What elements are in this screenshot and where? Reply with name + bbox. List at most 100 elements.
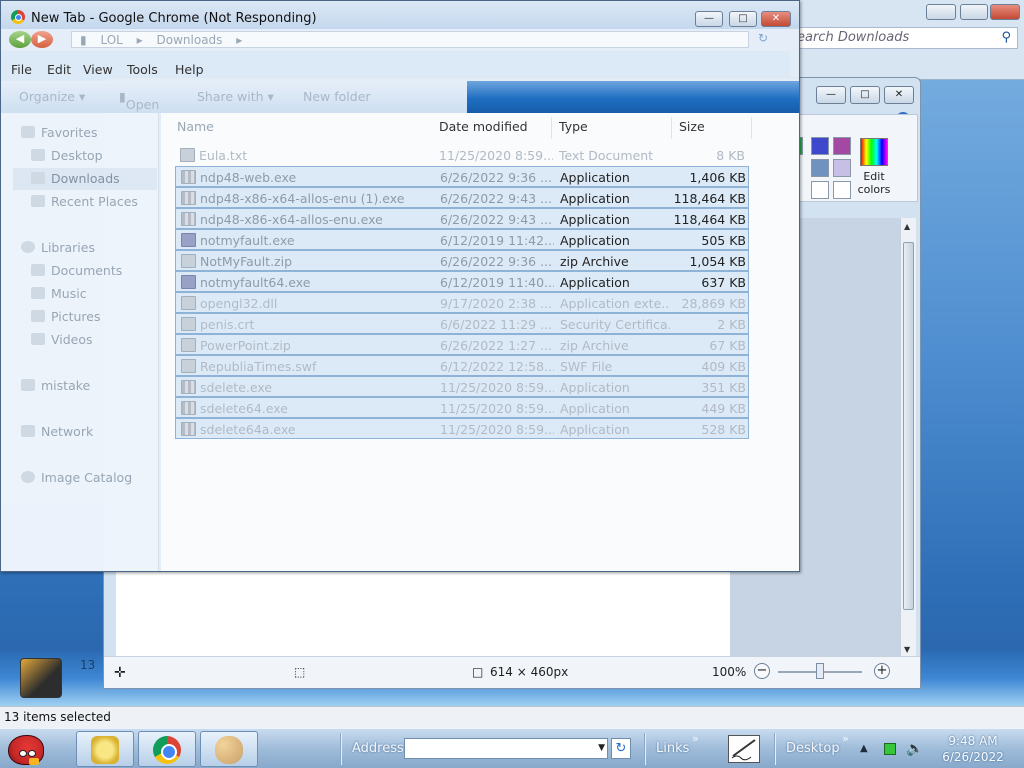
downloads-icon bbox=[31, 172, 45, 184]
start-button[interactable] bbox=[2, 729, 54, 768]
maximize-button[interactable]: □ bbox=[729, 11, 757, 27]
edit-colors-button[interactable]: Edit colors bbox=[854, 138, 894, 198]
system-clock[interactable]: 9:48 AM 6/26/2022 bbox=[930, 733, 1016, 765]
minimize-button[interactable]: — bbox=[695, 11, 723, 27]
paint-minimize-button[interactable]: — bbox=[816, 86, 846, 104]
toolbar-separator[interactable] bbox=[644, 733, 646, 765]
color-swatch[interactable] bbox=[811, 181, 829, 199]
menu-file[interactable]: File bbox=[11, 62, 32, 77]
taskbar-explorer-button[interactable] bbox=[76, 731, 134, 767]
column-header-date[interactable]: Date modified bbox=[439, 119, 528, 134]
menu-tools[interactable]: Tools bbox=[127, 62, 158, 77]
drawing-canvas[interactable] bbox=[116, 570, 730, 658]
signature-pad-icon[interactable] bbox=[728, 735, 760, 763]
title-bar[interactable]: New Tab - Google Chrome (Not Responding)… bbox=[1, 1, 799, 31]
color-swatch[interactable] bbox=[833, 181, 851, 199]
open-button[interactable]: ▮ Open bbox=[119, 89, 159, 112]
scroll-up-icon[interactable]: ▲ bbox=[904, 222, 910, 231]
desktop-toolbar-label[interactable]: Desktop bbox=[786, 741, 840, 756]
close-button[interactable]: ✕ bbox=[761, 11, 791, 27]
table-row[interactable]: RepubliaTimes.swf 6/12/2022 12:58... SWF F… bbox=[175, 355, 749, 376]
address-input[interactable]: ▼ bbox=[404, 738, 608, 759]
restore-button[interactable] bbox=[960, 4, 988, 20]
table-row[interactable]: penis.crt 6/6/2022 11:29 ... Security Cert… bbox=[175, 313, 749, 334]
toolbar-separator[interactable] bbox=[340, 733, 342, 765]
column-divider[interactable] bbox=[671, 117, 672, 139]
nav-network[interactable]: Network bbox=[21, 424, 93, 439]
network-status-icon[interactable] bbox=[884, 743, 896, 755]
volume-icon[interactable]: 🔈 bbox=[906, 741, 923, 757]
table-row[interactable]: sdelete64a.exe 11/25/2020 8:59... Applicat… bbox=[175, 418, 749, 439]
desktop-shortcut-icon[interactable] bbox=[20, 658, 62, 698]
nav-downloads[interactable]: Downloads bbox=[13, 168, 157, 190]
taskbar-paint-button[interactable] bbox=[200, 731, 258, 767]
forward-button[interactable]: ▶ bbox=[31, 31, 53, 48]
nav-videos[interactable]: Videos bbox=[31, 332, 93, 347]
refresh-icon[interactable]: ↻ bbox=[753, 31, 773, 48]
nav-pictures[interactable]: Pictures bbox=[31, 309, 101, 324]
paint-close-button[interactable]: ✕ bbox=[884, 86, 914, 104]
nav-music[interactable]: Music bbox=[31, 286, 87, 301]
table-row[interactable]: ndp48-x86-x64-allos-enu (1).exe 6/26/2022… bbox=[175, 187, 749, 208]
zoom-out-button[interactable]: − bbox=[754, 663, 770, 679]
table-row[interactable]: sdelete.exe 11/25/2020 8:59... Application… bbox=[175, 376, 749, 397]
file-icon bbox=[180, 148, 195, 162]
new-folder-button[interactable]: New folder bbox=[303, 89, 371, 104]
column-divider[interactable] bbox=[551, 117, 552, 139]
vertical-scrollbar[interactable]: ▲ ▼ bbox=[900, 218, 916, 658]
column-header-name[interactable]: Name bbox=[177, 119, 214, 134]
back-button[interactable]: ◀ bbox=[9, 31, 31, 48]
search-icon[interactable]: ⚲ bbox=[1001, 30, 1011, 45]
rainbow-icon bbox=[860, 138, 888, 166]
scroll-down-icon[interactable]: ▼ bbox=[904, 645, 910, 654]
nav-mistake[interactable]: mistake bbox=[21, 378, 90, 393]
zoom-in-button[interactable]: + bbox=[874, 663, 890, 679]
nav-desktop[interactable]: Desktop bbox=[31, 148, 103, 163]
scroll-thumb[interactable] bbox=[903, 242, 914, 610]
cell-size: 1,406 KB bbox=[689, 170, 746, 185]
menu-view[interactable]: View bbox=[83, 62, 113, 77]
links-overflow-icon[interactable]: » bbox=[692, 732, 699, 745]
minimize-button[interactable] bbox=[926, 4, 956, 20]
table-row[interactable]: PowerPoint.zip 6/26/2022 1:27 ... zip Arch… bbox=[175, 334, 749, 355]
color-swatch[interactable] bbox=[833, 159, 851, 177]
taskbar-chrome-button[interactable] bbox=[138, 731, 196, 767]
nav-libraries[interactable]: Libraries bbox=[21, 240, 95, 255]
zoom-slider-knob[interactable] bbox=[816, 663, 824, 679]
links-label[interactable]: Links bbox=[656, 741, 689, 756]
color-swatch[interactable] bbox=[833, 137, 851, 155]
nav-recent-places[interactable]: Recent Places bbox=[31, 194, 138, 209]
table-row[interactable]: sdelete64.exe 11/25/2020 8:59... Applicati… bbox=[175, 397, 749, 418]
column-header-size[interactable]: Size bbox=[679, 119, 705, 134]
column-header-type[interactable]: Type bbox=[559, 119, 588, 134]
nav-image-catalog[interactable]: Image Catalog bbox=[21, 470, 132, 485]
table-row[interactable]: notmyfault64.exe 6/12/2019 11:40... Applic… bbox=[175, 271, 749, 292]
organize-button[interactable]: Organize ▾ bbox=[19, 89, 85, 104]
cell-type: Text Document bbox=[559, 148, 654, 163]
show-hidden-icons-icon[interactable]: ▲ bbox=[860, 743, 868, 754]
table-row[interactable]: ndp48-web.exe 6/26/2022 9:36 ... Applicati… bbox=[175, 166, 749, 187]
breadcrumb[interactable]: ▮ LOL ▸ Downloads ▸ bbox=[71, 31, 749, 48]
nav-documents[interactable]: Documents bbox=[31, 263, 122, 278]
go-button[interactable]: ↻ bbox=[611, 738, 631, 759]
close-button[interactable] bbox=[990, 4, 1020, 20]
table-row[interactable]: Eula.txt 11/25/2020 8:59... Text Document 8… bbox=[175, 145, 749, 166]
color-swatch[interactable] bbox=[811, 137, 829, 155]
breadcrumb-item[interactable]: LOL bbox=[100, 33, 122, 47]
column-divider[interactable] bbox=[751, 117, 752, 139]
share-with-button[interactable]: Share with ▾ bbox=[197, 89, 274, 104]
color-swatch[interactable] bbox=[811, 159, 829, 177]
table-row[interactable]: ndp48-x86-x64-allos-enu.exe 6/26/2022 9:4… bbox=[175, 208, 749, 229]
search-input[interactable]: earch Downloads ⚲ bbox=[792, 27, 1018, 49]
menu-edit[interactable]: Edit bbox=[47, 62, 71, 77]
desktop-overflow-icon[interactable]: » bbox=[842, 732, 849, 745]
table-row[interactable]: opengl32.dll 9/17/2020 2:38 ... Applicatio… bbox=[175, 292, 749, 313]
menu-help[interactable]: Help bbox=[175, 62, 204, 77]
nav-favorites[interactable]: Favorites bbox=[21, 125, 97, 140]
breadcrumb-item[interactable]: Downloads bbox=[157, 33, 223, 47]
table-row[interactable]: NotMyFault.zip 6/26/2022 9:36 ... zip Arch… bbox=[175, 250, 749, 271]
toolbar-separator[interactable] bbox=[774, 733, 776, 765]
chevron-down-icon[interactable]: ▼ bbox=[598, 743, 605, 753]
paint-restore-button[interactable]: □ bbox=[850, 86, 880, 104]
table-row[interactable]: notmyfault.exe 6/12/2019 11:42... Applicat… bbox=[175, 229, 749, 250]
